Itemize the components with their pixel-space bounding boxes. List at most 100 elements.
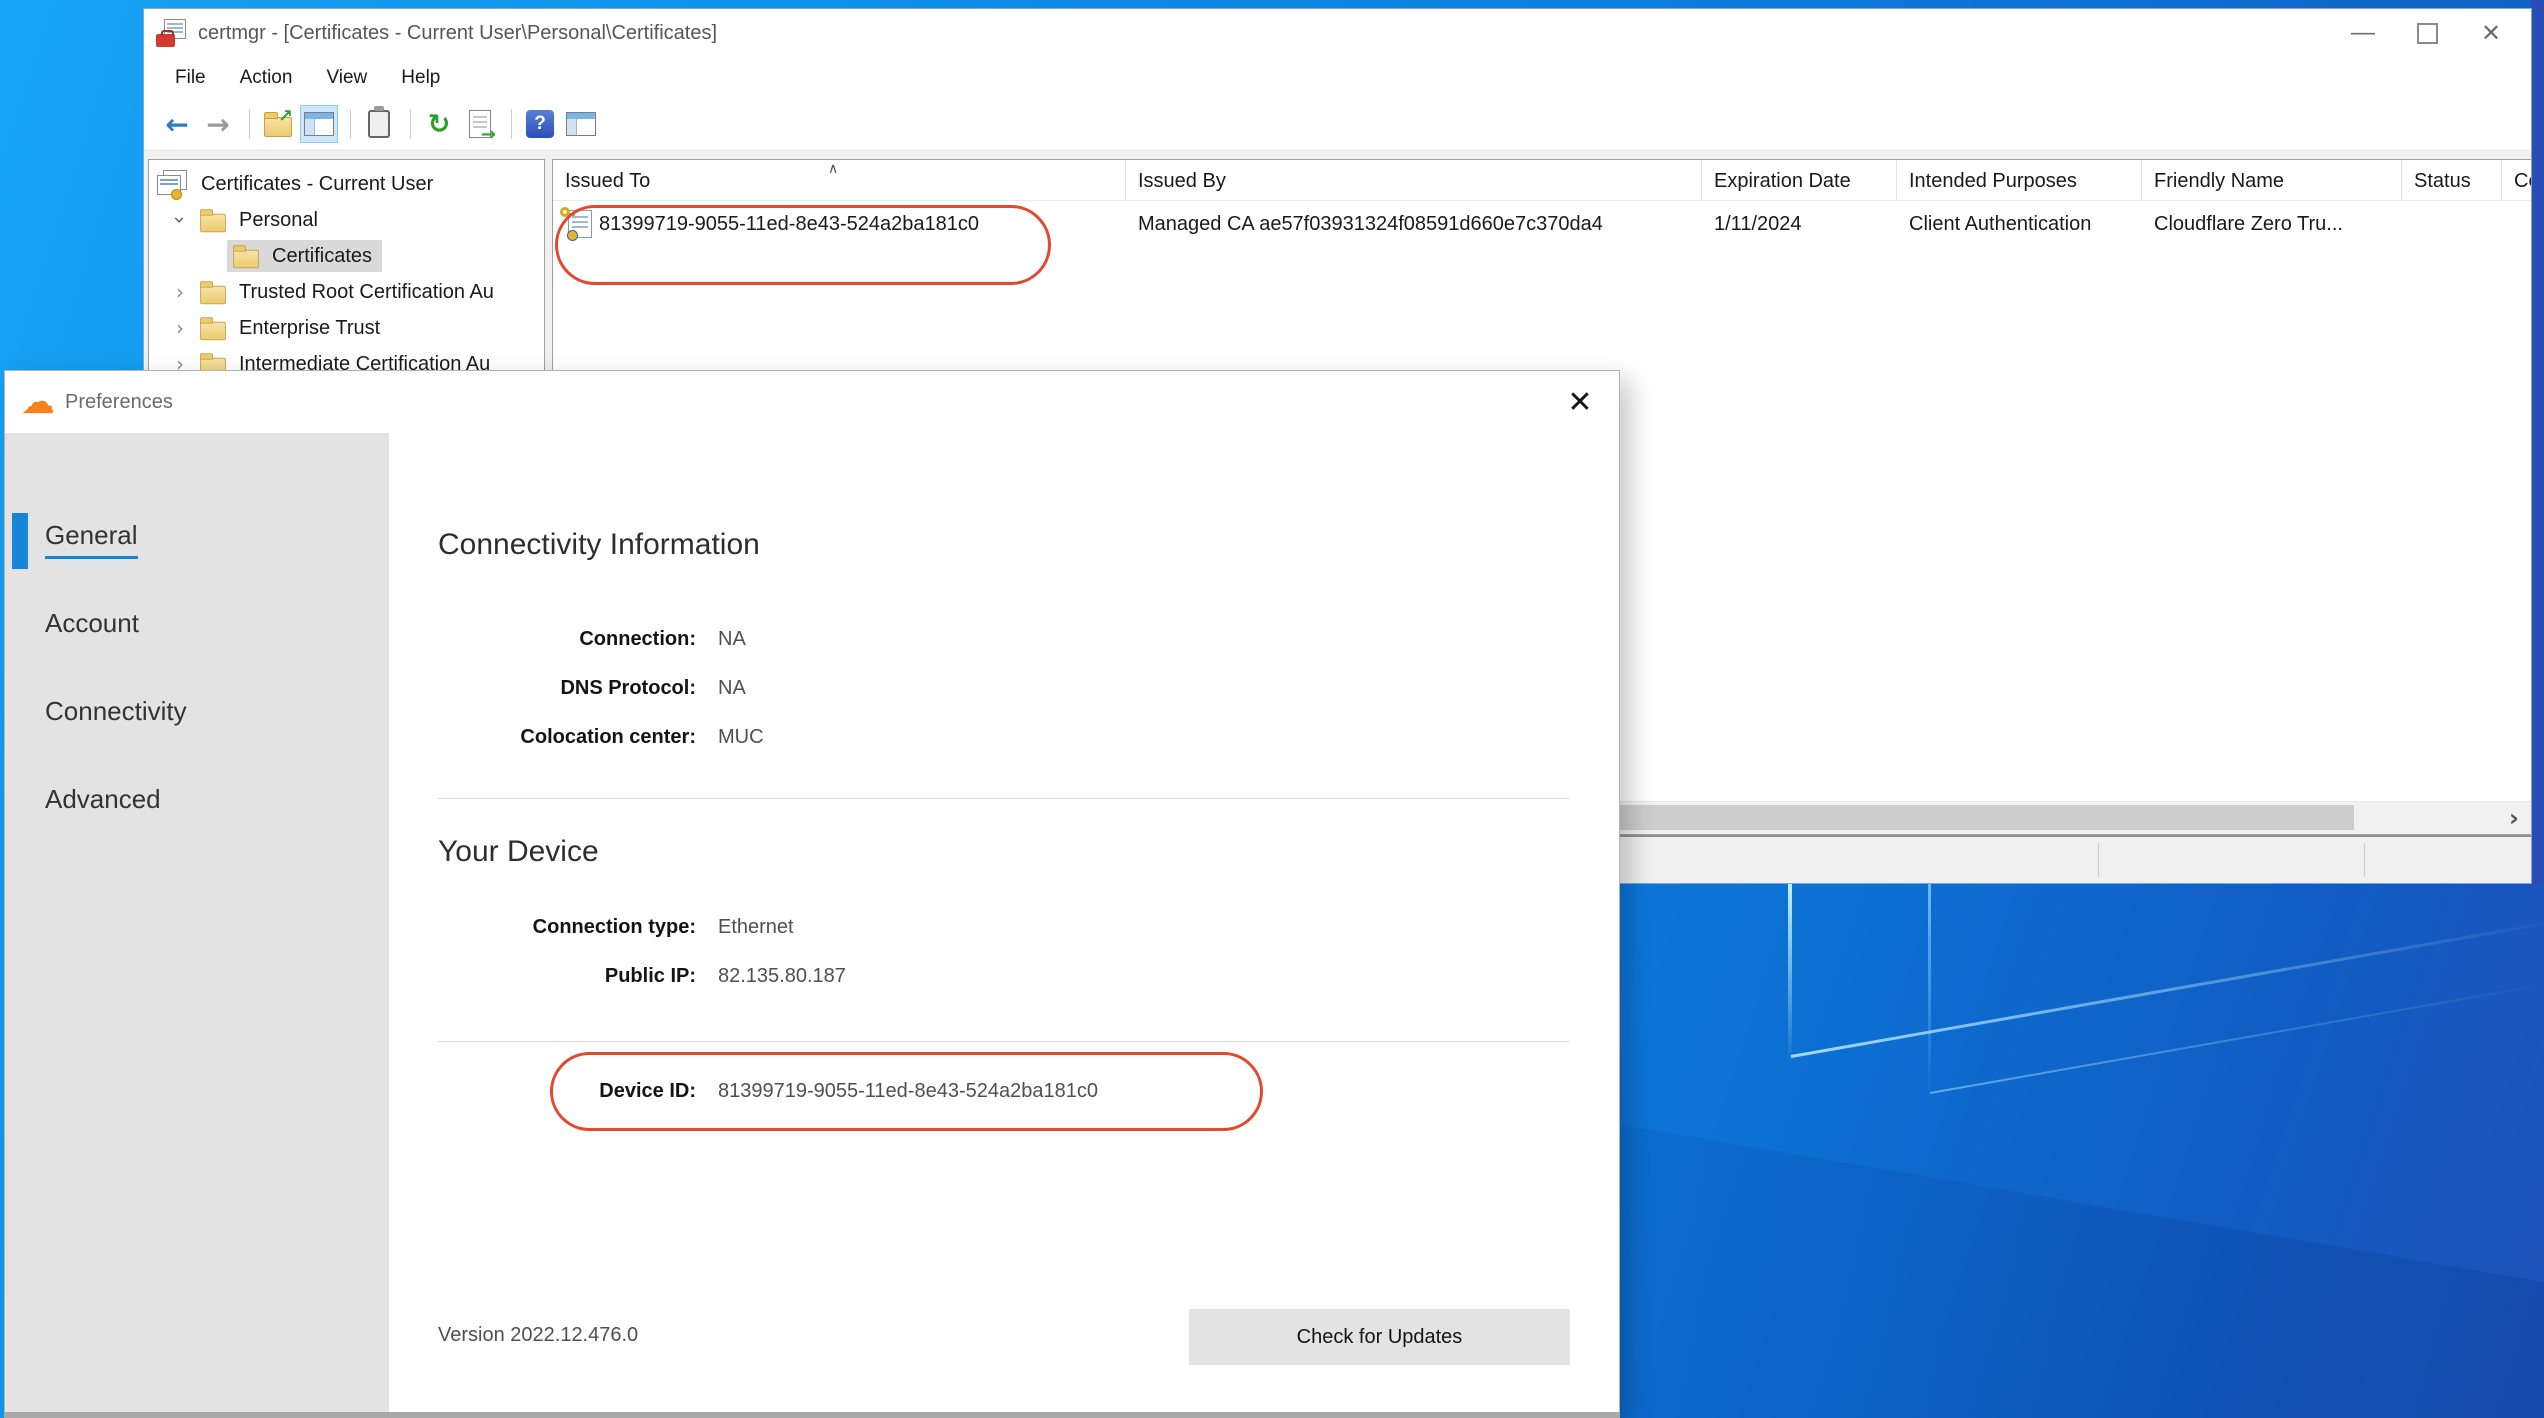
colocation-center-value: MUC [718, 713, 764, 762]
back-button[interactable]: ← [158, 105, 196, 143]
dialog-body: General Account Connectivity Advanced Co… [5, 433, 1619, 1412]
menu-file[interactable]: File [158, 61, 223, 95]
wallpaper-beam [1791, 920, 2544, 1058]
section-heading-your-device: Your Device [438, 835, 599, 869]
status-bar-separator [2364, 843, 2365, 877]
chevron-right-icon[interactable]: › [169, 280, 191, 304]
column-header-issued-to[interactable]: Issued To [553, 160, 1126, 200]
export-list-icon: → [469, 110, 491, 138]
wallpaper-beam [1928, 884, 1931, 1096]
cell-expiration-date: 1/11/2024 [1702, 213, 1897, 236]
toolbar-separator [511, 109, 512, 139]
toolbar-separator [350, 109, 351, 139]
toolbar: ← → ↗ ↻ → ? [144, 99, 2531, 150]
section-divider [438, 798, 1569, 799]
check-for-updates-button[interactable]: Check for Updates [1189, 1309, 1570, 1365]
menu-view[interactable]: View [309, 61, 384, 95]
column-header-status[interactable]: Status [2402, 160, 2502, 200]
show-console-tree-button[interactable] [300, 105, 338, 143]
connectivity-rows: Connection: NA DNS Protocol: NA Colocati… [438, 615, 764, 762]
cell-issued-by: Managed CA ae57f03931324f08591d660e7c370… [1126, 213, 1702, 236]
nav-item-general[interactable]: General [5, 505, 389, 593]
tree-item-label: Enterprise Trust [239, 317, 380, 340]
version-text: Version 2022.12.476.0 [438, 1324, 638, 1347]
tree-item-root[interactable]: Certificates - Current User [149, 166, 544, 202]
dns-protocol-value: NA [718, 664, 764, 713]
chevron-down-icon[interactable]: › [168, 209, 192, 231]
refresh-button[interactable]: ↻ [420, 105, 458, 143]
forward-arrow-icon: → [206, 108, 229, 141]
device-rows: Connection type: Ethernet Public IP: 82.… [438, 903, 846, 1001]
console-tree-icon [304, 112, 334, 136]
tree-item-trusted-root[interactable]: › Trusted Root Certification Au [149, 274, 544, 310]
cell-intended-purposes: Client Authentication [1897, 213, 2142, 236]
column-header-issued-by[interactable]: Issued By [1126, 160, 1702, 200]
title-bar: certmgr - [Certificates - Current User\P… [144, 9, 2531, 57]
certificate-row[interactable]: 81399719-9055-11ed-8e43-524a2ba181c0 Man… [553, 201, 2531, 247]
dialog-header: ☁ Preferences ✕ [5, 371, 1619, 433]
action-pane-icon [566, 112, 596, 136]
public-ip-value: 82.135.80.187 [718, 952, 846, 1001]
nav-item-account[interactable]: Account [5, 593, 389, 681]
tree-item-personal[interactable]: › Personal [149, 202, 544, 238]
minimize-button[interactable]: — [2331, 13, 2395, 53]
column-header-expiration-date[interactable]: Expiration Date [1702, 160, 1897, 200]
back-arrow-icon: ← [165, 108, 188, 141]
column-header-friendly-name[interactable]: Friendly Name [2142, 160, 2402, 200]
clipboard-icon [368, 110, 390, 138]
nav-item-label: Account [45, 607, 139, 644]
menu-action[interactable]: Action [223, 61, 310, 95]
device-id-label: Device ID: [438, 1067, 696, 1116]
column-header-intended-purposes[interactable]: Intended Purposes [1897, 160, 2142, 200]
list-header-row: ∧ Issued To Issued By Expiration Date In… [553, 160, 2531, 201]
scroll-right-button[interactable]: › [2499, 802, 2529, 834]
help-button[interactable]: ? [521, 105, 559, 143]
cell-issued-to: 81399719-9055-11ed-8e43-524a2ba181c0 [553, 207, 1126, 241]
colocation-center-label: Colocation center: [438, 713, 696, 762]
tree-item-enterprise-trust[interactable]: › Enterprise Trust [149, 310, 544, 346]
preferences-sidebar: General Account Connectivity Advanced [5, 433, 389, 1412]
folder-icon [200, 286, 226, 304]
folder-icon [200, 322, 226, 340]
chevron-right-icon[interactable]: › [169, 316, 191, 340]
folder-export-icon: ↗ [264, 117, 292, 137]
preferences-dialog: ☁ Preferences ✕ General Account Connecti… [4, 370, 1620, 1418]
minimize-icon: — [2351, 19, 2375, 47]
toolbar-separator [410, 109, 411, 139]
folder-icon [200, 214, 226, 232]
menu-help[interactable]: Help [384, 61, 457, 95]
show-action-pane-button[interactable] [562, 105, 600, 143]
sort-ascending-icon: ∧ [828, 160, 838, 177]
tree-item-certificates[interactable]: Certificates [149, 238, 544, 274]
section-heading-connectivity: Connectivity Information [438, 528, 760, 562]
export-folder-button[interactable]: ↗ [259, 105, 297, 143]
wallpaper-beam [1930, 981, 2544, 1094]
nav-item-advanced[interactable]: Advanced [5, 769, 389, 857]
connection-type-value: Ethernet [718, 903, 846, 952]
paste-button[interactable] [360, 105, 398, 143]
menu-bar: File Action View Help [144, 57, 2531, 99]
status-bar-separator [2098, 843, 2099, 877]
selected-indicator [12, 513, 28, 569]
nav-item-label: Connectivity [45, 695, 187, 732]
help-icon: ? [526, 110, 554, 138]
dialog-close-button[interactable]: ✕ [1557, 379, 1603, 425]
device-id-row: Device ID: 81399719-9055-11ed-8e43-524a2… [438, 1067, 1098, 1116]
window-controls: — ✕ [2331, 13, 2531, 53]
export-list-button[interactable]: → [461, 105, 499, 143]
wallpaper-beam [1788, 884, 1792, 1064]
selected-tree-item: Certificates [227, 240, 382, 272]
folder-icon [233, 250, 259, 268]
cloudflare-logo-icon: ☁ [21, 385, 55, 419]
column-header-certificate[interactable]: Ce [2502, 160, 2531, 200]
tree-item-label: Personal [239, 209, 318, 232]
nav-item-connectivity[interactable]: Connectivity [5, 681, 389, 769]
tree-item-label: Certificates [272, 245, 372, 268]
maximize-button[interactable] [2395, 13, 2459, 53]
wallpaper-shade [1620, 1060, 2544, 1418]
tree-item-label: Certificates - Current User [201, 173, 433, 196]
tree-item-label: Trusted Root Certification Au [239, 281, 494, 304]
forward-button[interactable]: → [199, 105, 237, 143]
nav-item-label: Advanced [45, 783, 161, 820]
close-button[interactable]: ✕ [2459, 13, 2523, 53]
